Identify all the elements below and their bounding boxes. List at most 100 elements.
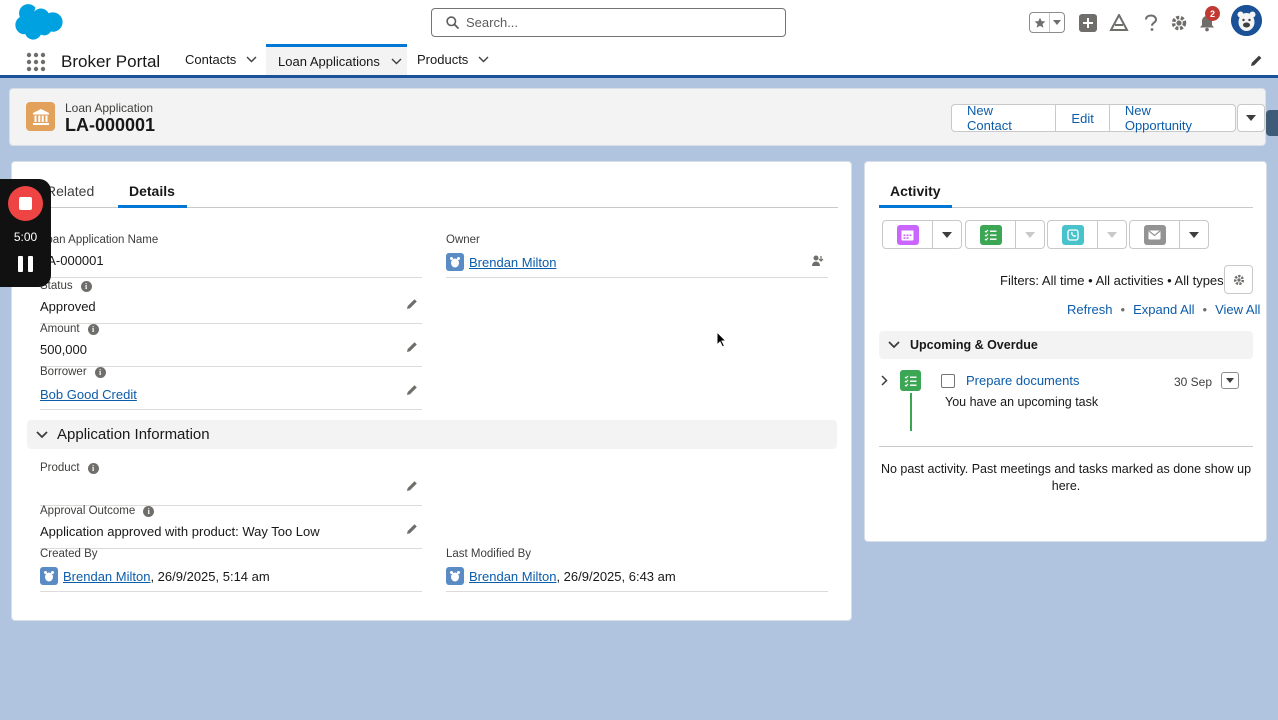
- last-modified-date: , 26/9/2025, 6:43 am: [556, 568, 676, 584]
- nav-item-products[interactable]: Products: [417, 44, 489, 75]
- stop-recording-button[interactable]: [8, 186, 43, 221]
- tab-activity[interactable]: Activity: [890, 183, 941, 199]
- expand-all-link[interactable]: Expand All: [1133, 302, 1194, 317]
- field-label: Created By: [40, 548, 98, 560]
- new-opportunity-button[interactable]: New Opportunity: [1109, 103, 1237, 133]
- change-owner-icon[interactable]: [811, 254, 824, 267]
- email-icon: [1143, 224, 1166, 245]
- bank-icon: [26, 102, 55, 131]
- gear-icon[interactable]: [1168, 12, 1190, 34]
- task-list-icon: [979, 224, 1002, 245]
- user-icon: [446, 567, 464, 585]
- field-label-row: Product i: [40, 462, 99, 474]
- chevron-down-icon[interactable]: [1180, 221, 1208, 248]
- send-email-button[interactable]: [1130, 221, 1180, 248]
- info-icon[interactable]: i: [94, 366, 106, 378]
- edit-pencil-icon[interactable]: [406, 480, 418, 492]
- edit-pencil-icon[interactable]: [406, 341, 418, 353]
- nav-item-label: Loan Applications: [278, 53, 380, 69]
- field-value: Brendan Milton , 26/9/2025, 6:43 am: [446, 567, 676, 585]
- record-type-label: Loan Application: [65, 101, 154, 115]
- pause-icon[interactable]: [18, 256, 33, 272]
- field-label: Approval Outcome: [40, 505, 136, 517]
- app-launcher-icon[interactable]: [26, 52, 46, 72]
- edit-pencil-icon[interactable]: [406, 298, 418, 310]
- avatar[interactable]: [1231, 5, 1262, 36]
- screen-recorder-widget: 5:00: [0, 179, 51, 287]
- new-task-button[interactable]: [966, 221, 1016, 248]
- created-by-user-link[interactable]: Brendan Milton: [63, 569, 150, 584]
- task-description: You have an upcoming task: [945, 395, 1099, 409]
- info-icon[interactable]: i: [87, 323, 99, 335]
- field-label-row: Approval Outcome i: [40, 505, 155, 517]
- user-icon: [40, 567, 58, 585]
- edit-button[interactable]: Edit: [1056, 104, 1110, 132]
- view-all-link[interactable]: View All: [1215, 302, 1260, 317]
- nav-item-loan-applications[interactable]: Loan Applications: [266, 44, 407, 75]
- activity-filters-text: Filters: All time • All activities • All…: [1000, 273, 1224, 288]
- log-call-button-group: [1047, 220, 1127, 249]
- field-label-row: Borrower i: [40, 366, 106, 378]
- borrower-link[interactable]: Bob Good Credit: [40, 387, 137, 402]
- star-icon[interactable]: [1030, 13, 1050, 32]
- link-separator: •: [1120, 302, 1126, 317]
- info-icon[interactable]: i: [87, 462, 99, 474]
- trailhead-icon[interactable]: [1108, 12, 1130, 34]
- search-icon: [446, 16, 459, 29]
- chevron-down-icon[interactable]: [1016, 221, 1044, 248]
- field-approval-outcome: Approval Outcome i Application approved …: [40, 505, 422, 549]
- recording-timer: 5:00: [13, 230, 38, 244]
- chevron-down-icon[interactable]: [246, 56, 257, 63]
- send-email-button-group: [1129, 220, 1209, 249]
- task-title-link[interactable]: Prepare documents: [966, 373, 1079, 388]
- global-search[interactable]: [431, 8, 786, 37]
- section-application-information[interactable]: Application Information: [27, 420, 837, 449]
- chevron-down-icon[interactable]: [1098, 221, 1126, 248]
- chevron-down-icon[interactable]: [478, 56, 489, 63]
- nav-item-label: Products: [417, 52, 469, 67]
- field-label: Product: [40, 462, 80, 474]
- edit-nav-pencil-icon[interactable]: [1250, 54, 1263, 67]
- new-contact-button[interactable]: New Contact: [951, 103, 1057, 133]
- task-actions-menu[interactable]: [1221, 372, 1239, 389]
- field-label: Loan Application Name: [40, 234, 159, 246]
- field-label: Last Modified By: [446, 548, 532, 560]
- task-complete-checkbox[interactable]: [941, 374, 955, 388]
- info-icon[interactable]: i: [80, 280, 92, 292]
- more-actions-button[interactable]: [1237, 104, 1266, 132]
- tab-related[interactable]: Related: [46, 183, 94, 199]
- upcoming-overdue-section[interactable]: Upcoming & Overdue: [879, 331, 1253, 359]
- app-nav-bar: Broker Portal Contacts Loan Applications…: [0, 44, 1278, 78]
- chevron-down-icon[interactable]: [391, 58, 402, 65]
- salesforce-logo[interactable]: [14, 4, 66, 40]
- chevron-right-icon[interactable]: [881, 375, 888, 386]
- utility-side-tab[interactable]: [1266, 110, 1278, 136]
- active-tab-indicator: [118, 205, 187, 208]
- filter-settings-button[interactable]: [1224, 265, 1253, 294]
- task-list-icon: [900, 370, 921, 391]
- help-icon[interactable]: [1140, 12, 1162, 34]
- field-label: Owner: [446, 234, 480, 246]
- field-status: Status i Approved: [40, 280, 422, 324]
- search-input[interactable]: [466, 15, 785, 30]
- field-value: Approved: [40, 299, 96, 314]
- mouse-cursor-icon: [716, 331, 727, 348]
- activity-card: Activity Filters: All time • All activit…: [864, 161, 1267, 542]
- edit-pencil-icon[interactable]: [406, 523, 418, 535]
- field-loan-application-name: Loan Application Name LA-000001: [40, 234, 422, 278]
- last-modified-user-link[interactable]: Brendan Milton: [469, 569, 556, 584]
- edit-pencil-icon[interactable]: [406, 384, 418, 396]
- owner-link[interactable]: Brendan Milton: [469, 255, 556, 270]
- details-card: Related Details Loan Application Name LA…: [11, 161, 852, 621]
- tab-details[interactable]: Details: [129, 183, 175, 199]
- refresh-link[interactable]: Refresh: [1067, 302, 1113, 317]
- favorites-button-group[interactable]: [1029, 12, 1065, 33]
- log-call-button[interactable]: [1048, 221, 1098, 248]
- record-actions: New Contact Edit New Opportunity: [951, 103, 1266, 133]
- chevron-down-icon[interactable]: [933, 221, 961, 248]
- nav-item-contacts[interactable]: Contacts: [185, 44, 257, 75]
- global-actions-icon[interactable]: [1077, 12, 1099, 34]
- chevron-down-icon[interactable]: [1050, 13, 1064, 32]
- new-event-button[interactable]: [883, 221, 933, 248]
- info-icon[interactable]: i: [143, 505, 155, 517]
